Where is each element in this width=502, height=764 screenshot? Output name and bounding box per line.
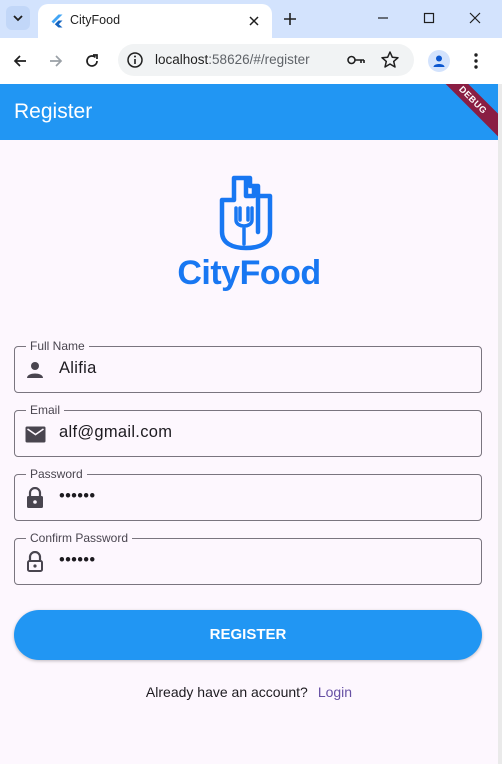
url-path: :58626/#/register: [208, 52, 310, 67]
email-input[interactable]: alf@gmail.com: [59, 423, 172, 442]
login-prompt-text: Already have an account?: [145, 684, 308, 700]
app-bar: Register DEBUG: [0, 84, 498, 140]
register-button[interactable]: REGISTER: [14, 610, 482, 660]
full-name-input[interactable]: Alifia: [59, 359, 97, 378]
tab-title: CityFood: [70, 13, 121, 27]
reload-icon: [86, 54, 98, 67]
lock-outline-icon: [24, 551, 46, 573]
email-label: Email: [26, 403, 65, 417]
maximize-icon: [423, 12, 435, 24]
email-field[interactable]: Email alf@gmail.com: [14, 403, 482, 457]
reload-button[interactable]: [80, 49, 104, 73]
arrow-back-icon: [13, 55, 26, 67]
minimize-icon: [378, 17, 388, 19]
tab-search-button[interactable]: [6, 6, 30, 30]
maximize-button[interactable]: [418, 8, 440, 28]
password-input[interactable]: ••••••: [59, 487, 95, 506]
confirm-password-label: Confirm Password: [26, 531, 133, 545]
url-text[interactable]: localhost:58626/#/register: [155, 52, 310, 67]
window-edge: [498, 84, 502, 764]
browser-tab-strip: CityFood: [0, 0, 502, 38]
back-button[interactable]: [8, 49, 32, 73]
key-icon[interactable]: [346, 51, 366, 69]
cityfood-logo-icon: [219, 175, 273, 251]
browser-tab[interactable]: CityFood: [38, 4, 272, 38]
forward-button[interactable]: [44, 49, 68, 73]
brand-name: CityFood: [177, 254, 321, 292]
chevron-down-icon: [13, 15, 23, 22]
flutter-icon: [51, 14, 63, 28]
tab-close-button[interactable]: [246, 13, 262, 29]
password-field[interactable]: Password ••••••: [14, 467, 482, 521]
confirm-password-input[interactable]: ••••••: [59, 551, 95, 570]
close-icon: [249, 16, 259, 26]
browser-menu-button[interactable]: [466, 50, 486, 72]
browser-toolbar: localhost:58626/#/register: [0, 38, 502, 84]
more-vert-icon: [474, 53, 478, 69]
person-icon: [24, 359, 46, 381]
star-icon[interactable]: [380, 50, 400, 70]
window-close-button[interactable]: [464, 8, 486, 28]
lock-icon: [24, 487, 46, 509]
url-host: localhost: [155, 52, 209, 67]
new-tab-button[interactable]: [280, 9, 300, 29]
register-page: CityFood Full Name Alifia Email alf@gmai…: [0, 140, 498, 764]
person-icon: [433, 55, 445, 67]
arrow-forward-icon: [50, 55, 63, 67]
close-icon: [469, 12, 481, 24]
profile-button[interactable]: [428, 50, 450, 72]
plus-icon: [284, 13, 296, 25]
info-icon[interactable]: [126, 51, 144, 69]
minimize-button[interactable]: [372, 8, 394, 28]
confirm-password-field[interactable]: Confirm Password ••••••: [14, 531, 482, 585]
login-link[interactable]: Login: [318, 684, 352, 700]
full-name-field[interactable]: Full Name Alifia: [14, 339, 482, 393]
full-name-label: Full Name: [26, 339, 89, 353]
debug-banner: DEBUG: [428, 84, 498, 140]
mail-icon: [24, 423, 46, 445]
address-bar[interactable]: localhost:58626/#/register: [118, 44, 414, 76]
login-prompt-row: Already have an account? Login: [0, 684, 498, 700]
page-title: Register: [14, 100, 93, 123]
password-label: Password: [26, 467, 87, 481]
